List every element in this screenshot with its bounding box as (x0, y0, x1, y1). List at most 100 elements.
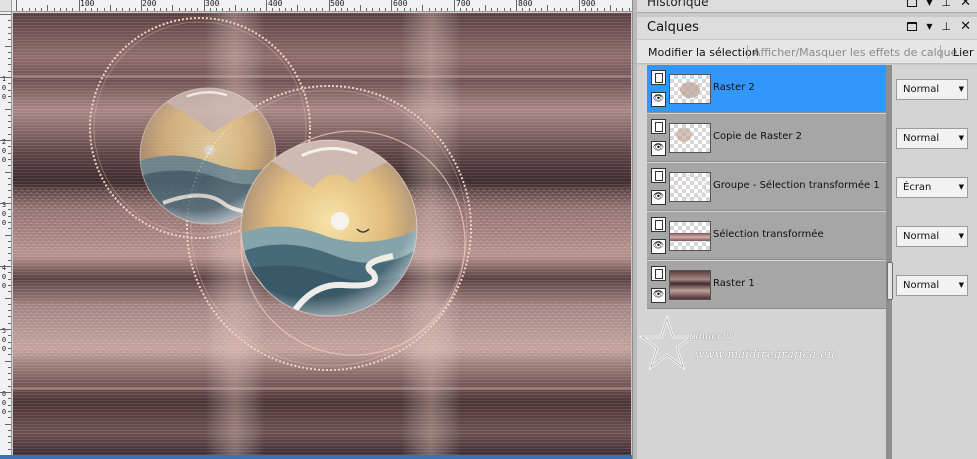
ruler-tick (434, 8, 436, 11)
ruler-label: 0 (1, 273, 7, 281)
ruler-tick (553, 8, 555, 11)
pin-icon[interactable]: ⊥ (942, 0, 952, 9)
ruler-tick (322, 8, 324, 11)
ruler-tick (572, 8, 574, 11)
toolbar-divider (940, 45, 941, 59)
layer-properties-icon[interactable] (651, 266, 666, 281)
modify-selection-button[interactable]: Modifier la sélection (648, 46, 759, 59)
chevron-down-icon[interactable]: ▼ (926, 22, 932, 31)
layer-row-copie-de-raster-2[interactable]: 👁 Copie de Raster 2 (647, 114, 886, 162)
ruler-tick (8, 20, 11, 22)
canvas-status-strip (0, 455, 634, 459)
ruler-label: 700 (456, 0, 471, 8)
ruler-tick (5, 360, 11, 362)
layer-properties-icon[interactable] (651, 217, 666, 232)
layer-properties-icon[interactable] (651, 70, 666, 85)
ruler-tick (8, 310, 11, 312)
ruler-label: 300 (205, 0, 220, 8)
blend-mode-value: Normal (903, 231, 940, 242)
ruler-tick (8, 366, 11, 368)
ruler-tick (5, 108, 11, 110)
ruler-tick (559, 8, 561, 11)
eye-icon[interactable]: 👁 (651, 190, 666, 205)
chevron-down-icon[interactable]: ▼ (926, 0, 932, 7)
ruler-label: 0 (1, 282, 7, 290)
blend-mode-value: Écran (903, 182, 932, 193)
ruler-tick (616, 8, 617, 11)
blend-mode-select[interactable]: Normal ▼ (896, 128, 968, 149)
ruler-tick (8, 322, 11, 324)
watermark-url: www.maidiregrafica.eu (695, 348, 836, 361)
eye-icon[interactable]: 👁 (651, 288, 666, 303)
ruler-tick (109, 5, 111, 11)
eye-icon[interactable]: 👁 (651, 141, 666, 156)
blend-mode-select[interactable]: Normal ▼ (896, 79, 968, 100)
ruler-label: 0 (1, 345, 7, 353)
ruler-tick (472, 8, 474, 11)
eye-icon[interactable]: 👁 (651, 92, 666, 107)
show-hide-effects-button[interactable]: Afficher/Masquer les effets de calque (753, 46, 957, 59)
ruler-tick (8, 417, 11, 419)
ruler-tick (147, 8, 149, 11)
link-button[interactable]: Lier (953, 46, 973, 59)
watermark: pinuccia www.maidiregrafica.eu (637, 311, 886, 391)
ruler-tick (209, 8, 211, 11)
blend-mode-select[interactable]: Écran ▼ (896, 177, 968, 198)
ruler-tick (8, 316, 11, 318)
maximize-icon[interactable] (907, 22, 918, 31)
maximize-icon[interactable] (907, 0, 918, 7)
close-icon[interactable]: ✕ (960, 0, 971, 9)
close-icon[interactable]: ✕ (960, 20, 971, 33)
ruler-tick (128, 8, 130, 11)
ruler-tick (8, 448, 11, 450)
ruler-tick (228, 8, 230, 11)
ruler-tick (253, 8, 255, 11)
ruler-tick (0, 266, 11, 267)
ruler-tick (272, 8, 274, 11)
ruler-tick (628, 8, 630, 11)
eye-icon[interactable]: 👁 (651, 239, 666, 254)
ruler-tick (516, 0, 517, 11)
ruler-tick (509, 8, 511, 11)
ruler-tick (8, 177, 11, 179)
blend-mode-select[interactable]: Normal ▼ (896, 226, 968, 247)
ruler-label: 0 (1, 147, 7, 155)
ruler-tick (597, 8, 599, 11)
horizontal-ruler[interactable]: 100 200 300 400 500 600 700 800 900 (12, 0, 632, 12)
ruler-tick (8, 373, 11, 375)
ruler-tick (8, 221, 11, 223)
ruler-tick (8, 215, 11, 217)
ruler-label: 100 (80, 0, 95, 8)
vertical-ruler[interactable]: 1 0 0 2 0 0 3 0 0 4 0 0 5 0 0 6 0 0 (0, 12, 12, 457)
ruler-tick (334, 8, 336, 11)
blend-mode-select[interactable]: Normal ▼ (896, 275, 968, 296)
ruler-tick (384, 8, 386, 11)
ruler-tick (8, 291, 11, 293)
ruler-tick (8, 354, 11, 356)
layers-panel: 👁 Raster 2 👁 Copie de Raster 2 👁 Groupe … (637, 65, 977, 459)
layer-properties-icon[interactable] (651, 119, 666, 134)
ruler-tick (366, 8, 367, 11)
layer-name: Raster 1 (713, 278, 755, 289)
history-panel-header: Historique ▼ ⊥ ✕ (637, 0, 977, 13)
pin-icon[interactable]: ⊥ (942, 20, 952, 33)
layer-row-raster-2[interactable]: 👁 Raster 2 (647, 65, 886, 113)
ruler-tick (291, 8, 292, 11)
ruler-tick (422, 5, 424, 11)
layers-toolbar: Modifier la sélection Afficher/Masquer l… (637, 40, 977, 64)
ruler-label: 800 (518, 0, 533, 8)
ruler-tick (8, 253, 11, 255)
blend-mode-value: Normal (903, 84, 940, 95)
ruler-tick (0, 14, 11, 15)
image-canvas[interactable] (13, 13, 631, 455)
layer-row-raster-1[interactable]: 👁 Raster 1 (647, 261, 886, 309)
layer-row-selection-transformee[interactable]: 👁 Sélection transformée (647, 212, 886, 260)
ruler-label: 400 (268, 0, 283, 8)
layer-row-groupe-selection-transformee-1[interactable]: 👁 Groupe - Sélection transformée 1 (647, 163, 886, 211)
layer-thumbnail (669, 123, 711, 153)
ruler-label: 0 (1, 408, 7, 416)
layer-properties-icon[interactable] (651, 168, 666, 183)
ruler-label: 200 (142, 0, 157, 8)
ruler-tick (8, 184, 11, 186)
ruler-tick (378, 8, 380, 11)
